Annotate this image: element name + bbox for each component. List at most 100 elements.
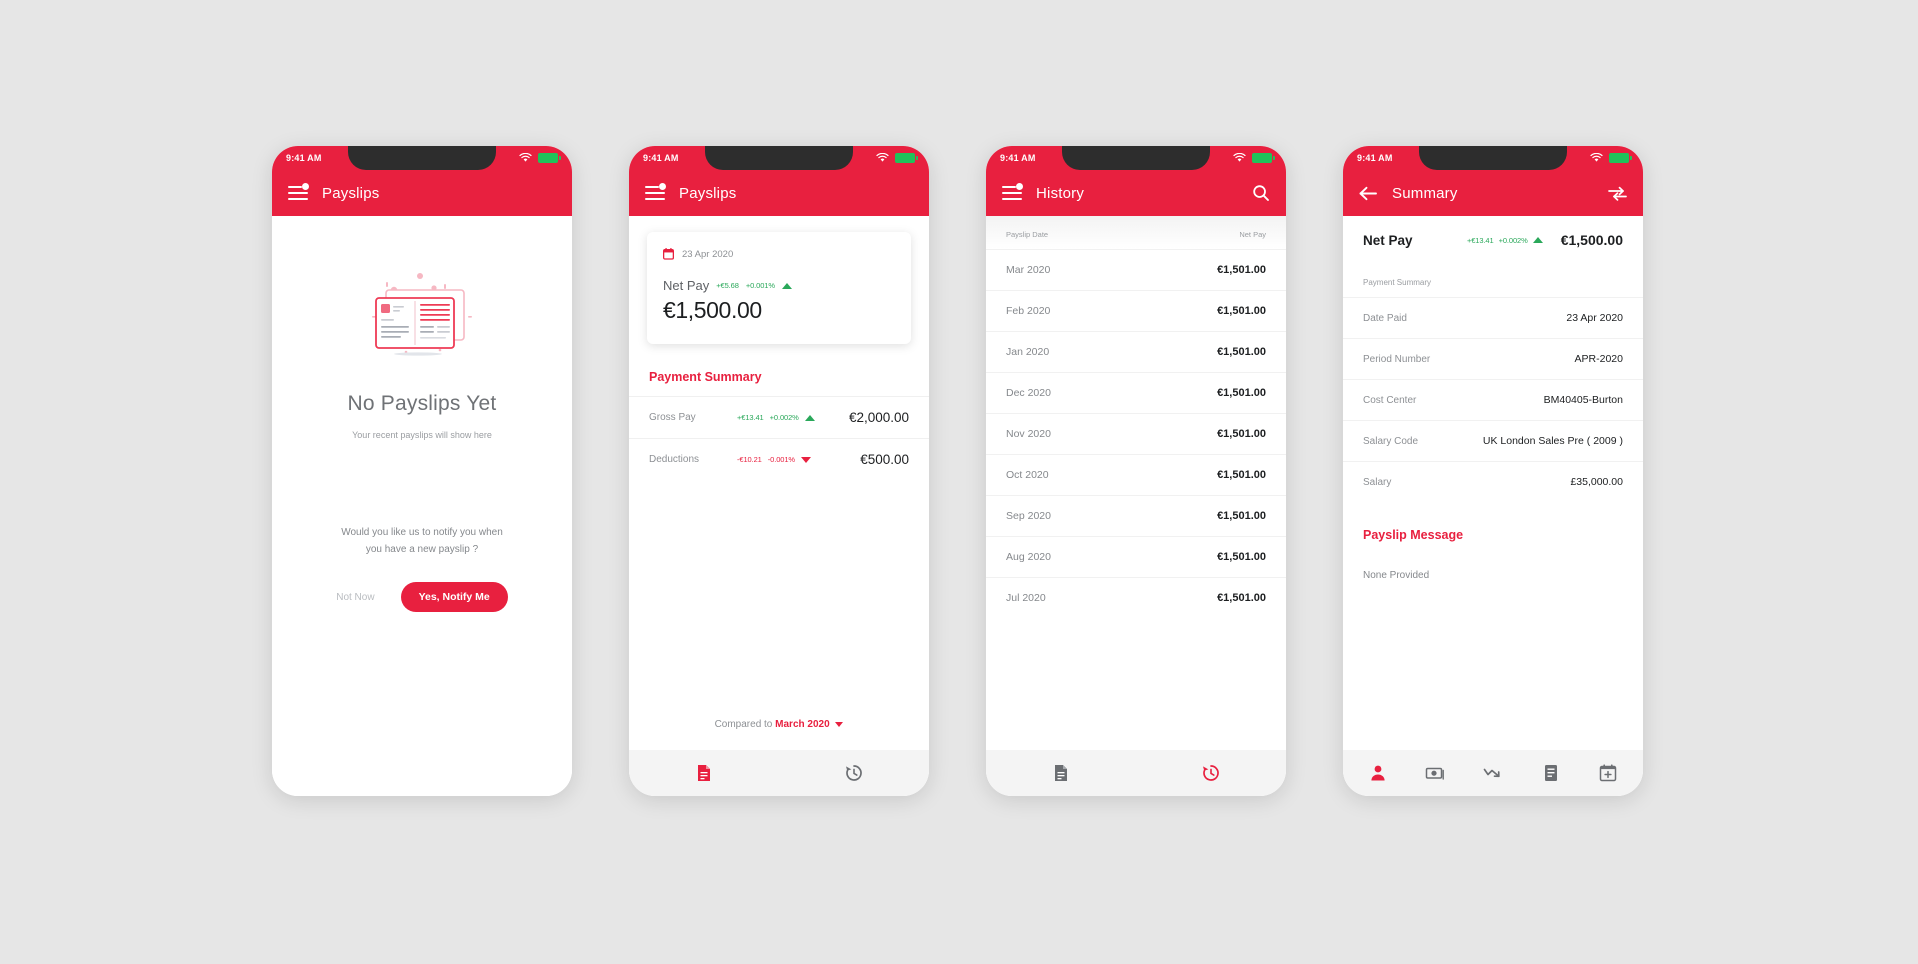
wifi-icon [1233,153,1246,162]
battery-icon [538,153,561,163]
summary-row-gross-pay[interactable]: Gross Pay +€13.41 +0.002% €2,000.00 [629,396,929,438]
empty-state-subtitle: Your recent payslips will show here [352,430,492,440]
net-pay-summary-row: Net Pay +€13.41 +0.002% €1,500.00 [1343,216,1643,262]
row-amount: €1,501.00 [1217,305,1266,317]
table-row[interactable]: Mar 2020 €1,501.00 [986,249,1286,290]
bottom-nav [1343,750,1643,796]
app-bar: Payslips [629,170,929,216]
row-period: Nov 2020 [1006,428,1051,440]
compare-transfer-icon[interactable] [1608,186,1627,201]
compare-selector[interactable]: Compared to March 2020 [629,703,929,750]
back-arrow-icon[interactable] [1359,186,1378,201]
payslip-body: 23 Apr 2020 Net Pay +€5.68 +0.001% €1,50… [629,216,929,750]
payslip-message-heading: Payslip Message [1363,528,1464,542]
trend-up-icon [804,414,815,421]
history-body: Payslip Date Net Pay Mar 2020 €1,501.00 F… [986,216,1286,750]
app-bar: Payslips [272,170,572,216]
table-row[interactable]: Sep 2020 €1,501.00 [986,495,1286,536]
compare-prefix: Compared to [714,719,773,730]
battery-icon [895,153,918,163]
detail-row-salary: Salary £35,000.00 [1343,461,1643,502]
document-icon[interactable] [694,763,714,783]
summary-row-delta-amount: -€10.21 [737,455,762,464]
column-header-payslip-date: Payslip Date [1006,230,1049,239]
summary-row-deductions[interactable]: Deductions -€10.21 -0.001% €500.00 [629,438,929,480]
trend-down-icon[interactable] [1483,763,1503,783]
detail-row-date-paid: Date Paid 23 Apr 2020 [1343,297,1643,338]
summary-row-label: Deductions [649,454,700,465]
document-lines-icon[interactable] [1541,763,1561,783]
table-row[interactable]: Feb 2020 €1,501.00 [986,290,1286,331]
not-now-button[interactable]: Not Now [336,592,374,603]
table-row[interactable]: Nov 2020 €1,501.00 [986,413,1286,454]
payment-summary-heading: Payment Summary [649,370,762,384]
battery-icon [1609,153,1632,163]
net-pay-delta-percent: +0.002% [1498,235,1528,245]
detail-row-period-number: Period Number APR-2020 [1343,338,1643,379]
hamburger-menu-icon[interactable] [645,183,666,200]
compare-month: March 2020 [775,719,830,730]
summary-row-label: Gross Pay [649,412,696,423]
table-row[interactable]: Jan 2020 €1,501.00 [986,331,1286,372]
empty-state-title: No Payslips Yet [347,392,497,415]
net-pay-label: Net Pay [1363,232,1413,248]
phone-mockup-history: 9:41 AM History Payslip Date Net Pay Mar… [986,146,1286,796]
detail-key: Salary [1363,476,1392,488]
phone-mockup-empty-state: 9:41 AM Payslips No Payslips Yet Your re… [272,146,572,796]
page-title: Payslips [679,184,737,202]
row-period: Dec 2020 [1006,387,1051,399]
history-icon[interactable] [1201,763,1221,783]
device-notch [705,146,853,170]
cash-icon[interactable] [1425,763,1445,783]
calendar-add-icon[interactable] [1598,763,1618,783]
detail-row-salary-code: Salary Code UK London Sales Pre ( 2009 ) [1343,420,1643,461]
status-time: 9:41 AM [1357,153,1393,163]
history-list[interactable]: Mar 2020 €1,501.00 Feb 2020 €1,501.00 Jan … [986,249,1286,750]
row-period: Jul 2020 [1006,592,1046,604]
net-pay-delta-amount: +€5.68 [716,281,739,290]
status-time: 9:41 AM [1000,153,1036,163]
person-icon[interactable] [1368,763,1388,783]
net-pay-delta-amount: +€13.41 [1466,235,1494,245]
device-notch [1062,146,1210,170]
net-pay-amount: €1,500.00 [663,297,762,323]
net-pay-label: Net Pay [663,278,710,293]
row-period: Mar 2020 [1006,264,1051,276]
detail-value: APR-2020 [1574,353,1623,365]
document-icon[interactable] [1051,763,1071,783]
notify-question-line2: you have a new payslip ? [365,544,479,555]
page-title: History [1036,184,1085,202]
appbar-container: 9:41 AM Summary [1343,146,1643,216]
row-period: Oct 2020 [1006,469,1049,481]
table-row[interactable]: Dec 2020 €1,501.00 [986,372,1286,413]
yes-notify-me-button[interactable]: Yes, Notify Me [400,582,508,612]
status-time: 9:41 AM [286,153,322,163]
summary-row-delta-amount: +€13.41 [737,413,764,422]
wifi-icon [1590,153,1603,162]
row-amount: €1,501.00 [1217,428,1266,440]
detail-key: Cost Center [1363,394,1417,406]
hamburger-menu-icon[interactable] [288,183,309,200]
row-period: Aug 2020 [1006,551,1051,563]
screenshot-stage: 9:41 AM Payslips No Payslips Yet Your re… [0,0,1918,964]
status-time: 9:41 AM [643,153,679,163]
net-pay-card[interactable]: 23 Apr 2020 Net Pay +€5.68 +0.001% €1,50… [647,232,911,344]
net-pay-value: €1,500.00 [1560,232,1623,248]
table-row[interactable]: Oct 2020 €1,501.00 [986,454,1286,495]
detail-value: UK London Sales Pre ( 2009 ) [1482,435,1623,447]
table-row[interactable]: Aug 2020 €1,501.00 [986,536,1286,577]
table-row[interactable]: Jul 2020 €1,501.00 [986,577,1286,618]
appbar-container: 9:41 AM Payslips [272,146,572,216]
payslip-documents-illustration [372,273,472,356]
hamburger-menu-icon[interactable] [1002,183,1023,200]
chevron-down-icon [835,722,844,727]
status-bar: 9:41 AM [272,146,572,170]
payment-summary-heading: Payment Summary [1363,278,1432,287]
row-amount: €1,501.00 [1217,510,1266,522]
search-icon[interactable] [1252,184,1270,202]
summary-row-value: €500.00 [860,452,909,467]
column-header-net-pay: Net Pay [1239,230,1266,239]
notify-prompt: Would you like us to notify you when you… [336,524,508,612]
summary-row-delta-percent: +0.002% [769,413,799,422]
history-icon[interactable] [844,763,864,783]
